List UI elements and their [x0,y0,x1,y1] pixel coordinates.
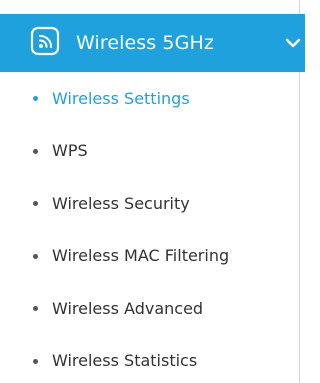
menu-item-label: Wireless Security [52,193,190,213]
bullet-icon [33,253,38,259]
section-title: Wireless 5GHz [76,32,214,54]
menu-item-wireless-statistics[interactable]: Wireless Statistics [0,335,300,383]
menu-item-label: Wireless Settings [52,88,190,108]
chevron-down-icon[interactable] [285,36,301,50]
wireless-5ghz-section-header[interactable]: Wireless 5GHz [0,14,305,72]
menu-item-label: Wireless Advanced [52,298,204,318]
menu-item-wireless-security[interactable]: Wireless Security [0,177,300,230]
bullet-icon [33,358,38,364]
bullet-icon [33,201,38,207]
menu-item-label: WPS [52,141,88,161]
wifi-icon [30,26,60,56]
menu-item-wireless-settings[interactable]: Wireless Settings [0,72,300,125]
menu-item-label: Wireless Statistics [52,351,198,371]
wireless-submenu: Wireless Settings WPS Wireless Security … [0,72,300,383]
wireless-5ghz-menu-panel: Wireless 5GHz Wireless Settings WPS Wire… [0,0,305,383]
bullet-icon [33,306,38,312]
menu-item-label: Wireless MAC Filtering [52,246,230,266]
bullet-icon [33,148,38,154]
menu-item-wireless-advanced[interactable]: Wireless Advanced [0,282,300,335]
bullet-icon [33,96,38,102]
menu-item-wps[interactable]: WPS [0,125,300,178]
menu-item-wireless-mac-filtering[interactable]: Wireless MAC Filtering [0,230,300,283]
